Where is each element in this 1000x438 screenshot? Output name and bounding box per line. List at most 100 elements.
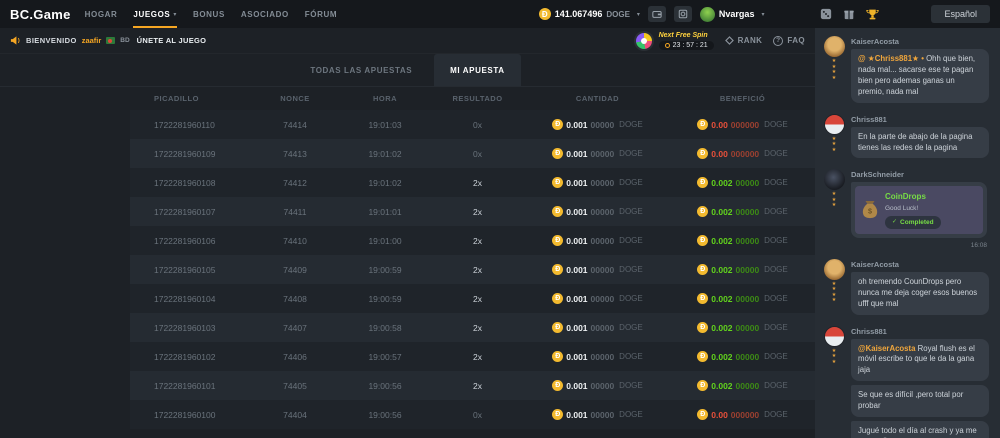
coindrop-completed-button[interactable]: ✓Completed xyxy=(885,216,941,229)
gift-icon xyxy=(843,8,855,20)
bet-amount: Ð 0.00100000 DOGE xyxy=(525,119,670,130)
rank-icon xyxy=(725,36,734,45)
spin-wheel-icon xyxy=(634,31,654,51)
bet-profit: Ð 0.00200000 DOGE xyxy=(670,264,815,275)
table-row[interactable]: 1722281960106 74410 19:01:00 2x Ð 0.0010… xyxy=(130,226,815,255)
doge-coin-icon: Ð xyxy=(552,409,563,420)
chat-message-body: DarkSchneider $ CoinDrops Good Luck! ✓Co… xyxy=(851,169,992,251)
bet-multiplier: 0x xyxy=(430,149,525,159)
nav-bonus[interactable]: BONUS xyxy=(193,0,225,28)
doge-coin-icon: Ð xyxy=(539,8,551,20)
doge-coin-icon: Ð xyxy=(697,148,708,159)
amount-zeros: 00000 xyxy=(591,323,615,333)
chat-panel: ★★★★ KaiserAcosta @ ★Chriss881★ • Ohh qu… xyxy=(815,28,1000,438)
chat-message-body: KaiserAcosta oh tremendo CounDrops pero … xyxy=(851,259,992,319)
profit-currency: DOGE xyxy=(764,120,788,129)
table-row[interactable]: 1722281960110 74414 19:01:03 0x Ð 0.0010… xyxy=(130,110,815,139)
amount-zeros: 00000 xyxy=(591,265,615,275)
avatar[interactable] xyxy=(824,114,845,135)
amount-currency: DOGE xyxy=(619,120,643,129)
chat-bubbles: oh tremendo CounDrops pero nunca me deja… xyxy=(851,272,992,315)
table-row[interactable]: 1722281960101 74405 19:00:56 2x Ð 0.0010… xyxy=(130,371,815,400)
chat-messages: ★★★★ KaiserAcosta @ ★Chriss881★ • Ohh qu… xyxy=(823,36,992,438)
table-row[interactable]: 1722281960109 74413 19:01:02 0x Ð 0.0010… xyxy=(130,139,815,168)
bet-multiplier: 2x xyxy=(430,294,525,304)
chat-username[interactable]: KaiserAcosta xyxy=(851,260,992,269)
balance-currency: DOGE xyxy=(606,10,630,19)
amount-main: 0.001 xyxy=(566,381,587,391)
profit-zeros: 00000 xyxy=(736,352,760,362)
chat-username[interactable]: KaiserAcosta xyxy=(851,37,992,46)
profit-main: 0.002 xyxy=(711,265,732,275)
table-row[interactable]: 1722281960100 74404 19:00:56 0x Ð 0.0010… xyxy=(130,400,815,429)
mention[interactable]: @KaiserAcosta xyxy=(858,344,918,353)
chat-username[interactable]: Chriss881 xyxy=(851,115,992,124)
nav-juegos[interactable]: JUEGOS ▾ xyxy=(133,0,177,28)
profit-currency: DOGE xyxy=(764,236,788,245)
vault-button[interactable] xyxy=(674,6,692,22)
table-row[interactable]: 1722281960103 74407 19:00:58 2x Ð 0.0010… xyxy=(130,313,815,342)
tab-mi-apuesta[interactable]: MI APUESTA xyxy=(434,54,520,86)
announcement-username[interactable]: zaafir xyxy=(82,36,102,45)
profit-main: 0.002 xyxy=(711,207,732,217)
language-button[interactable]: Español xyxy=(931,5,990,23)
avatar[interactable] xyxy=(824,326,845,347)
vip-stars: ★★★★ xyxy=(830,282,838,304)
bet-nonce: 74414 xyxy=(250,120,340,130)
doge-coin-icon: Ð xyxy=(552,148,563,159)
svg-text:$: $ xyxy=(868,207,872,216)
nav-forum[interactable]: FÓRUM xyxy=(305,0,337,28)
profit-main: 0.00 xyxy=(711,410,728,420)
coindrop-card[interactable]: $ CoinDrops Good Luck! ✓Completed xyxy=(855,186,983,233)
bets-table: PICADILLO NONCE HORA RESULTADO CANTIDAD … xyxy=(130,87,815,429)
profit-zeros: 00000 xyxy=(736,178,760,188)
doge-coin-icon: Ð xyxy=(552,351,563,362)
faq-link[interactable]: ? FAQ xyxy=(773,36,805,46)
amount-main: 0.001 xyxy=(566,207,587,217)
username: Nvargas xyxy=(719,9,755,19)
doge-coin-icon: Ð xyxy=(552,206,563,217)
mention[interactable]: @ ★Chriss881★ • xyxy=(858,54,926,63)
chat-username[interactable]: DarkSchneider xyxy=(851,170,992,179)
bet-hash: 1722281960106 xyxy=(130,236,250,246)
table-row[interactable]: 1722281960107 74411 19:01:01 2x Ð 0.0010… xyxy=(130,197,815,226)
table-row[interactable]: 1722281960108 74412 19:01:02 2x Ð 0.0010… xyxy=(130,168,815,197)
balance-selector[interactable]: Ð 141.067496 DOGE ▾ xyxy=(539,8,640,20)
announcement-right: Next Free Spin 23 : 57 : 21 RANK ? xyxy=(634,31,805,51)
doge-coin-icon: Ð xyxy=(552,380,563,391)
gift-button[interactable] xyxy=(843,8,855,20)
chat-message-body: Chriss881 @KaiserAcosta Royal flush es e… xyxy=(851,326,992,438)
dice-button[interactable] xyxy=(820,8,832,20)
nav-hogar[interactable]: HOGAR xyxy=(85,0,118,28)
bet-nonce: 74411 xyxy=(250,207,340,217)
amount-main: 0.001 xyxy=(566,120,587,130)
bet-amount: Ð 0.00100000 DOGE xyxy=(525,380,670,391)
amount-zeros: 00000 xyxy=(591,207,615,217)
avatar[interactable] xyxy=(824,36,845,57)
free-spin-widget[interactable]: Next Free Spin 23 : 57 : 21 xyxy=(634,31,714,51)
trophy-button[interactable] xyxy=(866,8,879,21)
wallet-button[interactable] xyxy=(648,6,666,22)
chat-toolbar xyxy=(820,8,879,21)
megaphone-icon xyxy=(10,35,21,46)
user-menu[interactable]: Nvargas ▾ xyxy=(700,7,765,22)
join-game-label[interactable]: ÚNETE AL JUEGO xyxy=(137,36,207,45)
avatar[interactable] xyxy=(824,259,845,280)
tab-todas-las-apuestas[interactable]: TODAS LAS APUESTAS xyxy=(294,54,428,86)
chat-text: Jugué todo el día al crash y ya me canso… xyxy=(858,426,977,438)
table-row[interactable]: 1722281960102 74406 19:00:57 2x Ð 0.0010… xyxy=(130,342,815,371)
nav-asociado[interactable]: ASOCIADO xyxy=(241,0,289,28)
bet-nonce: 74410 xyxy=(250,236,340,246)
bet-multiplier: 2x xyxy=(430,352,525,362)
vip-stars: ★★★ xyxy=(830,192,838,209)
table-row[interactable]: 1722281960104 74408 19:00:59 2x Ð 0.0010… xyxy=(130,284,815,313)
logo[interactable]: BC.Game xyxy=(10,7,71,22)
coindrop-info: CoinDrops Good Luck! ✓Completed xyxy=(885,191,941,228)
trophy-icon xyxy=(866,8,879,21)
chat-username[interactable]: Chriss881 xyxy=(851,327,992,336)
profit-zeros: 00000 xyxy=(736,207,760,217)
table-row[interactable]: 1722281960105 74409 19:00:59 2x Ð 0.0010… xyxy=(130,255,815,284)
profit-main: 0.00 xyxy=(711,120,728,130)
avatar[interactable] xyxy=(824,169,845,190)
rank-link[interactable]: RANK xyxy=(725,36,763,45)
